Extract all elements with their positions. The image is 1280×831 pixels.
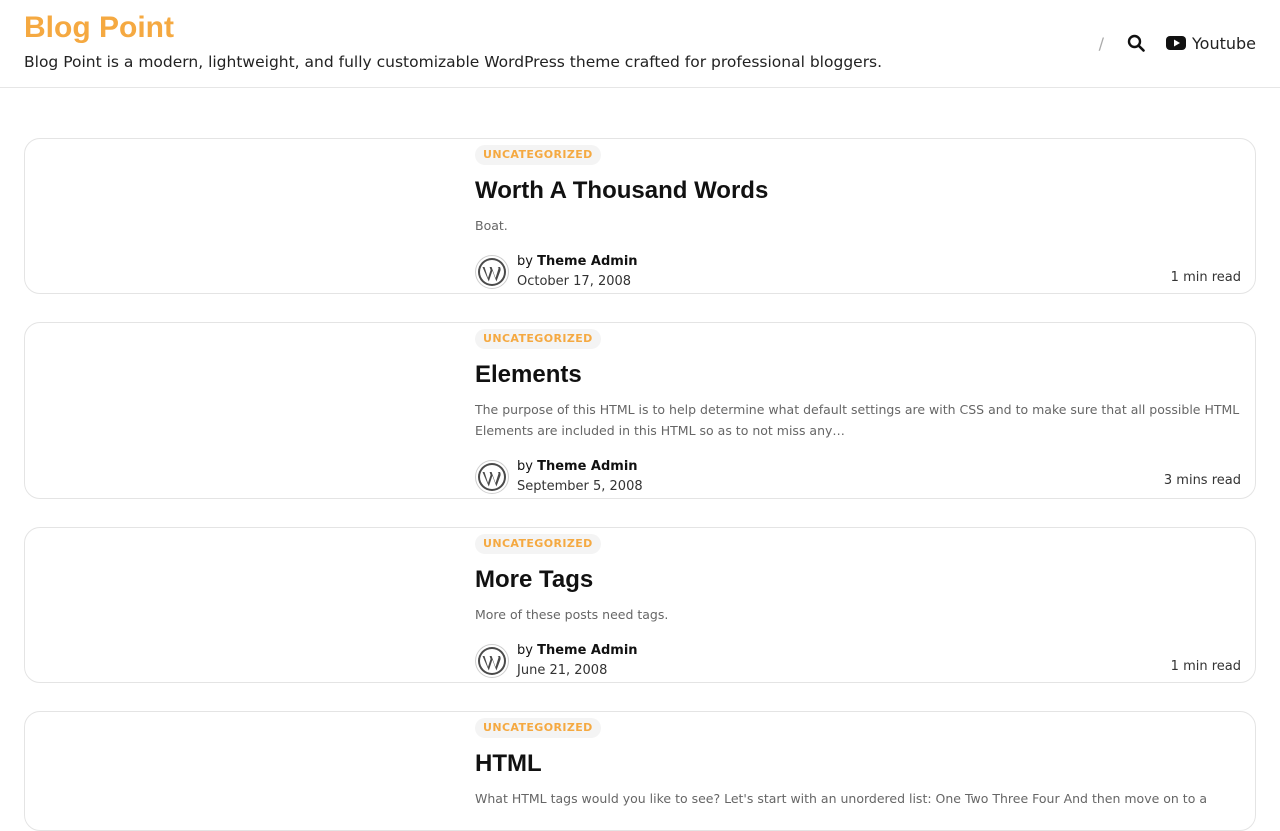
author-name[interactable]: Theme Admin [537,254,637,269]
post-excerpt: Boat. [475,218,508,233]
post-excerpt: The purpose of this HTML is to help dete… [475,402,1240,438]
author-prefix: by [517,254,533,269]
site-title[interactable]: Blog Point [24,10,174,46]
post-title[interactable]: Worth A Thousand Words [475,176,768,206]
category-badge[interactable]: UNCATEGORIZED [475,145,601,165]
wordpress-logo-icon[interactable] [475,644,509,678]
post-date[interactable]: October 17, 2008 [517,272,638,292]
author-name[interactable]: Theme Admin [537,643,637,658]
post-meta: by Theme Admin June 21, 2008 [475,641,638,681]
nav-separator: / [1098,33,1104,53]
wordpress-logo-icon[interactable] [475,460,509,494]
post-card: UNCATEGORIZED Worth A Thousand Words Boa… [24,138,1256,294]
post-thumbnail[interactable] [25,528,465,682]
post-card: UNCATEGORIZED Elements The purpose of th… [24,322,1256,499]
post-card: UNCATEGORIZED HTML What HTML tags would … [24,711,1256,831]
search-icon [1127,34,1145,52]
post-thumbnail[interactable] [25,712,465,830]
post-date[interactable]: June 21, 2008 [517,661,638,681]
author-prefix: by [517,459,533,474]
wordpress-logo-icon[interactable] [475,255,509,289]
post-meta: by Theme Admin October 17, 2008 [475,252,638,292]
post-card: UNCATEGORIZED More Tags More of these po… [24,527,1256,683]
site-tagline: Blog Point is a modern, lightweight, and… [24,53,883,71]
read-time: 1 min read [1170,270,1241,285]
site-header: Blog Point Blog Point is a modern, light… [0,0,1280,88]
post-date[interactable]: September 5, 2008 [517,477,643,497]
read-time: 1 min read [1170,659,1241,674]
post-title[interactable]: HTML [475,749,542,779]
youtube-icon [1166,35,1186,51]
post-title[interactable]: More Tags [475,565,593,595]
read-time: 3 mins read [1163,473,1241,488]
post-excerpt: More of these posts need tags. [475,607,669,622]
youtube-label: Youtube [1192,33,1256,53]
youtube-link[interactable]: Youtube [1166,34,1256,53]
author-prefix: by [517,643,533,658]
category-badge[interactable]: UNCATEGORIZED [475,534,601,554]
post-title[interactable]: Elements [475,360,582,390]
search-button[interactable] [1124,31,1148,55]
category-badge[interactable]: UNCATEGORIZED [475,718,601,738]
post-meta: by Theme Admin September 5, 2008 [475,457,643,497]
post-thumbnail[interactable] [25,139,465,293]
author-name[interactable]: Theme Admin [537,459,637,474]
post-excerpt: What HTML tags would you like to see? Le… [475,791,1207,806]
category-badge[interactable]: UNCATEGORIZED [475,329,601,349]
post-thumbnail[interactable] [25,323,465,498]
header-nav: / Youtube [1099,30,1256,56]
